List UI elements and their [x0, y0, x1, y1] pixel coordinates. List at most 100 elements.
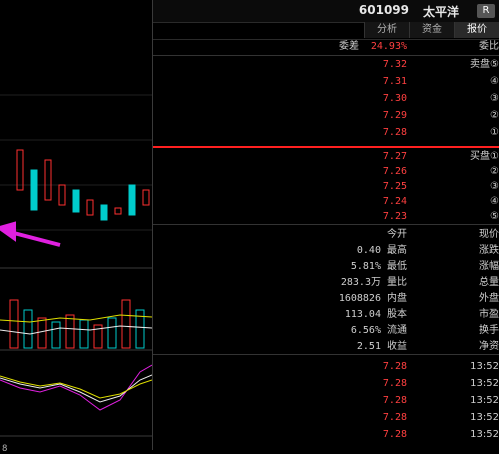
- volume-bar: [121, 299, 131, 349]
- trade-price: 7.28: [382, 429, 407, 440]
- stat-row: 总量 283.3万 量比: [153, 276, 499, 290]
- order-price: 7.26: [382, 166, 407, 177]
- stat-label: 涨跌: [479, 245, 499, 256]
- stat-value: 0.40 最高: [356, 245, 407, 256]
- order-level: ②: [490, 166, 499, 177]
- candle: [142, 189, 150, 206]
- order-level: 卖盘⑤: [470, 59, 499, 70]
- candle: [44, 159, 52, 201]
- order-level: ⑤: [490, 211, 499, 222]
- weibi-label: 委比: [479, 41, 499, 52]
- volume-bar: [51, 321, 61, 349]
- sell-order-row: ① 7.28: [153, 126, 499, 140]
- kline-chart[interactable]: 8: [0, 0, 153, 454]
- trade-time: 13:52: [470, 378, 499, 389]
- candle: [72, 189, 80, 213]
- volume-bar: [23, 309, 33, 349]
- date-label: 8: [2, 444, 8, 454]
- trade-time: 13:52: [470, 412, 499, 423]
- sell-order-row: ④ 7.31: [153, 75, 499, 89]
- trade-price: 7.28: [382, 412, 407, 423]
- order-price: 7.29: [382, 110, 407, 121]
- tab-funds[interactable]: 资金: [409, 22, 454, 38]
- buy-order-row: ③ 7.25: [153, 180, 499, 194]
- stat-row: 市盈 113.04 股本: [153, 308, 499, 322]
- trade-price: 7.28: [382, 378, 407, 389]
- stat-value: 5.81% 最低: [350, 261, 407, 272]
- order-level: ③: [490, 93, 499, 104]
- candle: [114, 207, 122, 215]
- stat-value: 113.04 股本: [344, 309, 407, 320]
- trade-price: 7.28: [382, 395, 407, 406]
- rzrq-badge[interactable]: R: [477, 4, 495, 18]
- candle: [16, 149, 24, 191]
- order-price: 7.28: [382, 127, 407, 138]
- stat-label: 涨幅: [479, 261, 499, 272]
- sell-order-row: ② 7.29: [153, 109, 499, 123]
- order-price: 7.27: [382, 151, 407, 162]
- stat-value: 283.3万 量比: [340, 277, 407, 288]
- order-level: ④: [490, 76, 499, 87]
- stat-value: 2.51 收益: [356, 341, 407, 352]
- buy-order-row: ⑤ 7.23: [153, 210, 499, 224]
- weibi-value: 24.93%: [370, 41, 407, 52]
- candle: [100, 204, 108, 221]
- stat-label: 现价: [479, 229, 499, 240]
- candle: [128, 184, 136, 216]
- volume-bar: [9, 299, 19, 349]
- weibi-row: 委比 24.93% 委差: [153, 40, 499, 54]
- order-level: ②: [490, 110, 499, 121]
- stat-row: 现价 今开: [153, 228, 499, 242]
- stock-code: 601099: [358, 3, 409, 17]
- tab-analysis[interactable]: 分析: [364, 22, 409, 38]
- order-level: ①: [490, 127, 499, 138]
- buy-order-row: ④ 7.24: [153, 195, 499, 209]
- order-price: 7.30: [382, 93, 407, 104]
- stat-label: 市盈: [479, 309, 499, 320]
- stat-row: 涨幅 5.81% 最低: [153, 260, 499, 274]
- buy-order-row: 买盘① 7.27: [153, 150, 499, 164]
- stat-row: 涨跌 0.40 最高: [153, 244, 499, 258]
- trade-time: 13:52: [470, 395, 499, 406]
- panel-tabs: 报价 资金 分析: [153, 22, 499, 40]
- order-price: 7.23: [382, 211, 407, 222]
- trade-time: 13:52: [470, 429, 499, 440]
- stat-value: 今开: [387, 229, 407, 240]
- volume-bar: [65, 314, 75, 349]
- stat-label: 净资: [479, 341, 499, 352]
- order-level: ④: [490, 196, 499, 207]
- buy-order-row: ② 7.26: [153, 165, 499, 179]
- trade-row: 13:52 7.28: [153, 411, 499, 425]
- sell-order-row: ③ 7.30: [153, 92, 499, 106]
- stat-row: 换手 6.56% 流通: [153, 324, 499, 338]
- trade-time: 13:52: [470, 361, 499, 372]
- trade-row: 13:52 7.28: [153, 377, 499, 391]
- stock-header: 601099 太平洋 R: [153, 0, 499, 23]
- trade-row: 13:52 7.28: [153, 360, 499, 374]
- stat-value: 6.56% 流通: [350, 325, 407, 336]
- trade-row: 13:52 7.28: [153, 428, 499, 442]
- order-price: 7.32: [382, 59, 407, 70]
- volume-bar: [107, 317, 117, 349]
- chart-canvas: [0, 94, 152, 437]
- tab-quote[interactable]: 报价: [454, 22, 499, 38]
- weicha-label: 委差: [339, 41, 359, 52]
- sell-order-row: 卖盘⑤ 7.32: [153, 58, 499, 72]
- order-price: 7.24: [382, 196, 407, 207]
- order-level: 买盘①: [470, 151, 499, 162]
- stat-row: 净资 2.51 收益: [153, 340, 499, 354]
- stat-value: 1608826 内盘: [338, 293, 407, 304]
- stat-label: 总量: [479, 277, 499, 288]
- trade-price: 7.28: [382, 361, 407, 372]
- candle: [86, 199, 94, 216]
- stock-name: 太平洋: [422, 5, 459, 19]
- order-price: 7.31: [382, 76, 407, 87]
- volume-bar: [37, 317, 47, 349]
- candle: [30, 169, 38, 211]
- quote-panel: 601099 太平洋 R 报价 资金 分析 委比 24.93% 委差 卖盘⑤ 7.…: [153, 0, 499, 450]
- order-level: ③: [490, 181, 499, 192]
- order-price: 7.25: [382, 181, 407, 192]
- candle: [58, 184, 66, 206]
- stat-label: 外盘: [479, 293, 499, 304]
- volume-bar: [79, 319, 89, 349]
